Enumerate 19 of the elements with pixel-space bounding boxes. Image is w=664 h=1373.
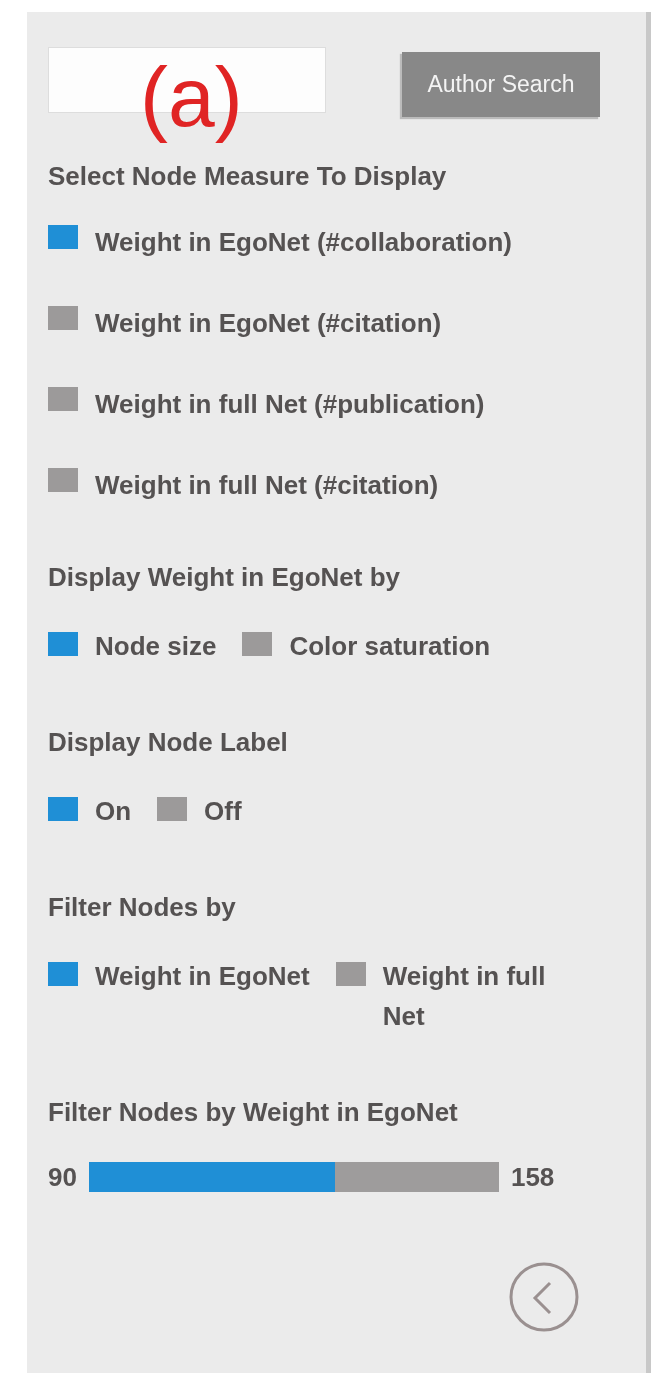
section-heading: Display Weight in EgoNet by bbox=[48, 561, 401, 593]
figure-label: (a) bbox=[140, 49, 243, 146]
section-heading: Filter Nodes by Weight in EgoNet bbox=[48, 1096, 459, 1128]
section-heading: Filter Nodes by bbox=[48, 891, 237, 923]
option-label: Weight in full Net (#publication) bbox=[95, 389, 485, 419]
option-label: Off bbox=[204, 795, 242, 828]
option-label: Node size bbox=[95, 631, 217, 661]
option-label: Weight in full Net bbox=[382, 960, 547, 1033]
option-label: Weight in EgoNet bbox=[95, 961, 310, 991]
option-label: On bbox=[95, 796, 132, 826]
author-search-button[interactable]: Author Search bbox=[402, 52, 600, 117]
min-value: 90 bbox=[48, 1161, 77, 1193]
option-label: Weight in EgoNet (#citation) bbox=[95, 308, 442, 338]
max-value: 158 bbox=[510, 1161, 555, 1193]
option-label: Weight in EgoNet (#collaboration) bbox=[95, 227, 512, 257]
option-label: Color saturation bbox=[289, 630, 491, 663]
section-heading: Display Node Label bbox=[48, 726, 289, 758]
section-heading: Select Node Measure To Display bbox=[48, 160, 448, 192]
option-label: Weight in full Net (#citation) bbox=[95, 470, 439, 500]
